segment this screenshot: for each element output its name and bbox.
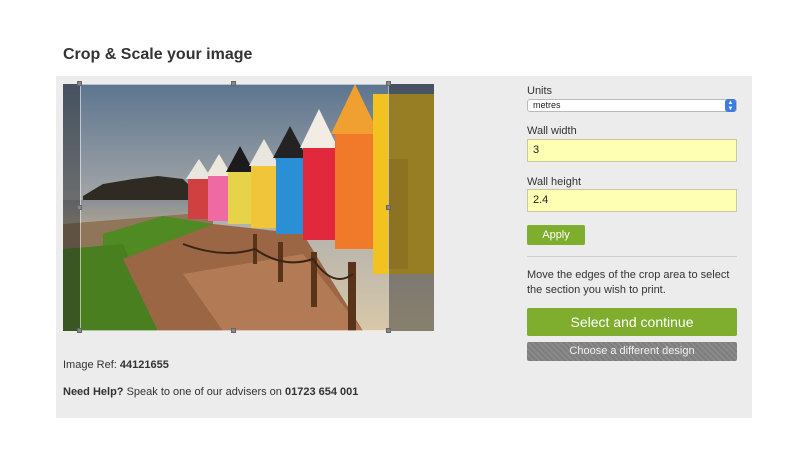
crop-handle-middle-left[interactable] [77,205,82,210]
crop-handle-top-right[interactable] [386,81,391,86]
need-help: Need Help? Speak to one of our advisers … [63,386,358,398]
select-and-continue-button[interactable]: Select and continue [527,308,737,336]
crop-handle-bottom-middle[interactable] [231,328,236,333]
units-select-value: metres [533,100,561,110]
image-ref-value: 44121655 [119,359,169,371]
wall-height-input[interactable]: 2.4 [527,189,737,212]
apply-button[interactable]: Apply [527,225,585,245]
crop-shade-right [388,84,434,331]
need-help-text: Speak to one of our advisers on [126,386,282,398]
wall-width-label: Wall width [527,125,577,137]
units-label: Units [527,85,553,97]
crop-handle-top-left[interactable] [77,81,82,86]
crop-handle-top-middle[interactable] [231,81,236,86]
wall-height-label: Wall height [527,176,582,188]
beach-huts-photo [63,84,434,331]
need-help-label: Need Help? [63,386,124,398]
crop-handle-middle-right[interactable] [386,205,391,210]
crop-handle-bottom-left[interactable] [77,328,82,333]
help-phone-number: 01723 654 001 [284,386,359,398]
form-divider [527,256,737,257]
image-crop-area[interactable] [63,84,434,331]
page-title: Crop & Scale your image [63,46,253,63]
crop-instructions: Move the edges of the crop area to selec… [527,269,730,296]
image-ref: Image Ref: 44121655 [63,359,169,371]
units-select[interactable]: metres ▲ ▼ [527,99,737,112]
select-arrows-icon: ▲ ▼ [725,99,736,112]
image-ref-label: Image Ref: [63,359,117,371]
choose-different-design-button[interactable]: Choose a different design [527,342,737,361]
crop-handle-bottom-right[interactable] [386,328,391,333]
wall-width-input[interactable]: 3 [527,139,737,162]
